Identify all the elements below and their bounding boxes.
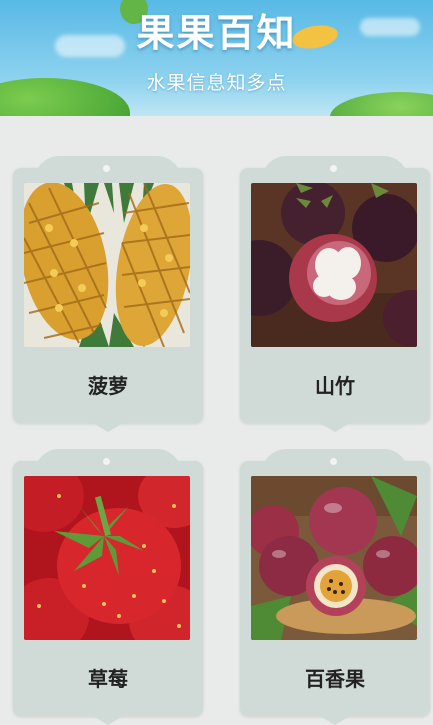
fruit-card-strawberry[interactable]: 草莓 xyxy=(13,449,203,725)
fruit-card-passion-fruit[interactable]: 百香果 xyxy=(240,449,430,725)
fruit-name-mangosteen: 山竹 xyxy=(315,374,355,398)
fruit-name-pineapple: 菠萝 xyxy=(88,374,128,398)
hill-decoration xyxy=(330,92,433,116)
page-title: 果果百知 xyxy=(136,11,297,55)
fruit-grid: 菠萝 山竹 草莓 百香果 xyxy=(0,116,433,725)
card-notch xyxy=(91,422,125,432)
card-notch xyxy=(318,715,352,725)
card-notch xyxy=(91,715,125,725)
passion-fruit-photo xyxy=(251,476,417,640)
card-notch xyxy=(318,422,352,432)
app-header: 果果百知 水果信息知多点 xyxy=(0,0,433,116)
page-subtitle: 水果信息知多点 xyxy=(146,72,287,94)
card-hole xyxy=(103,458,110,465)
card-hole xyxy=(103,165,110,172)
fruit-name-strawberry: 草莓 xyxy=(88,667,128,691)
card-hole xyxy=(330,165,337,172)
fruit-card-mangosteen[interactable]: 山竹 xyxy=(240,156,430,432)
fruit-card-pineapple[interactable]: 菠萝 xyxy=(13,156,203,432)
strawberry-photo xyxy=(24,476,190,640)
card-hole xyxy=(330,458,337,465)
pineapple-photo xyxy=(24,183,190,347)
fruit-name-passion-fruit: 百香果 xyxy=(305,667,365,691)
mangosteen-photo xyxy=(251,183,417,347)
